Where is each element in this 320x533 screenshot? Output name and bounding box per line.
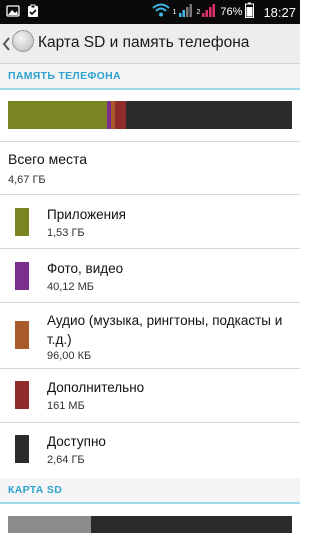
total-space-value: 4,67 ГБ — [8, 174, 46, 186]
category-color-swatch — [15, 435, 29, 463]
section-header-label: КАРТА SD — [8, 484, 63, 496]
category-color-swatch — [15, 208, 29, 236]
wifi-icon — [151, 3, 170, 22]
category-value: 2,64 ГБ — [47, 454, 85, 466]
category-label: Аудио (музыка, рингтоны, подкасты и т.д.… — [47, 313, 283, 347]
sim2-label: 2 — [196, 8, 201, 16]
status-bar: 1 2 76% 18:27 — [0, 0, 300, 24]
sd-card-usage-bar — [8, 516, 292, 533]
sim1-label: 1 — [172, 8, 177, 16]
category-color-swatch — [15, 381, 29, 409]
divider — [0, 248, 300, 249]
signal-sim2-icon — [201, 2, 217, 23]
divider — [0, 422, 300, 423]
category-value: 161 МБ — [47, 400, 85, 412]
usage-segment-misc — [115, 101, 126, 129]
category-label: Приложения — [47, 207, 126, 222]
signal-sim1-icon — [178, 2, 194, 23]
action-bar: Карта SD и память телефона — [0, 24, 300, 64]
sd-usage-segment-used — [8, 516, 91, 533]
category-label: Доступно — [47, 434, 106, 449]
section-header-label: ПАМЯТЬ ТЕЛЕФОНА — [8, 70, 121, 82]
divider — [0, 194, 300, 195]
category-value: 1,53 ГБ — [47, 227, 85, 239]
section-header-sd-card: КАРТА SD — [0, 478, 300, 504]
category-color-swatch — [15, 321, 29, 349]
category-label: Фото, видео — [47, 261, 124, 276]
usage-segment-free — [126, 101, 292, 129]
image-notification-icon — [6, 4, 20, 23]
category-label: Дополнительно — [47, 380, 145, 395]
section-header-phone-memory: ПАМЯТЬ ТЕЛЕФОНА — [0, 64, 300, 90]
clock: 18:27 — [263, 4, 296, 20]
divider — [0, 141, 300, 142]
sd-usage-segment-free — [91, 516, 292, 533]
clipboard-check-icon — [26, 4, 40, 23]
phone-memory-usage-bar — [8, 101, 292, 129]
divider — [0, 368, 300, 369]
back-chevron-icon[interactable] — [2, 34, 12, 54]
category-value: 96,00 КБ — [47, 350, 92, 362]
category-value: 40,12 МБ — [47, 281, 94, 293]
storage-app-icon[interactable] — [12, 30, 34, 52]
battery-percent: 76% — [220, 6, 243, 18]
usage-segment-apps — [8, 101, 107, 129]
battery-icon — [245, 2, 255, 23]
page-title: Карта SD и память телефона — [38, 34, 250, 51]
category-color-swatch — [15, 262, 29, 290]
divider — [0, 302, 300, 303]
total-space-label: Всего места — [8, 151, 88, 167]
